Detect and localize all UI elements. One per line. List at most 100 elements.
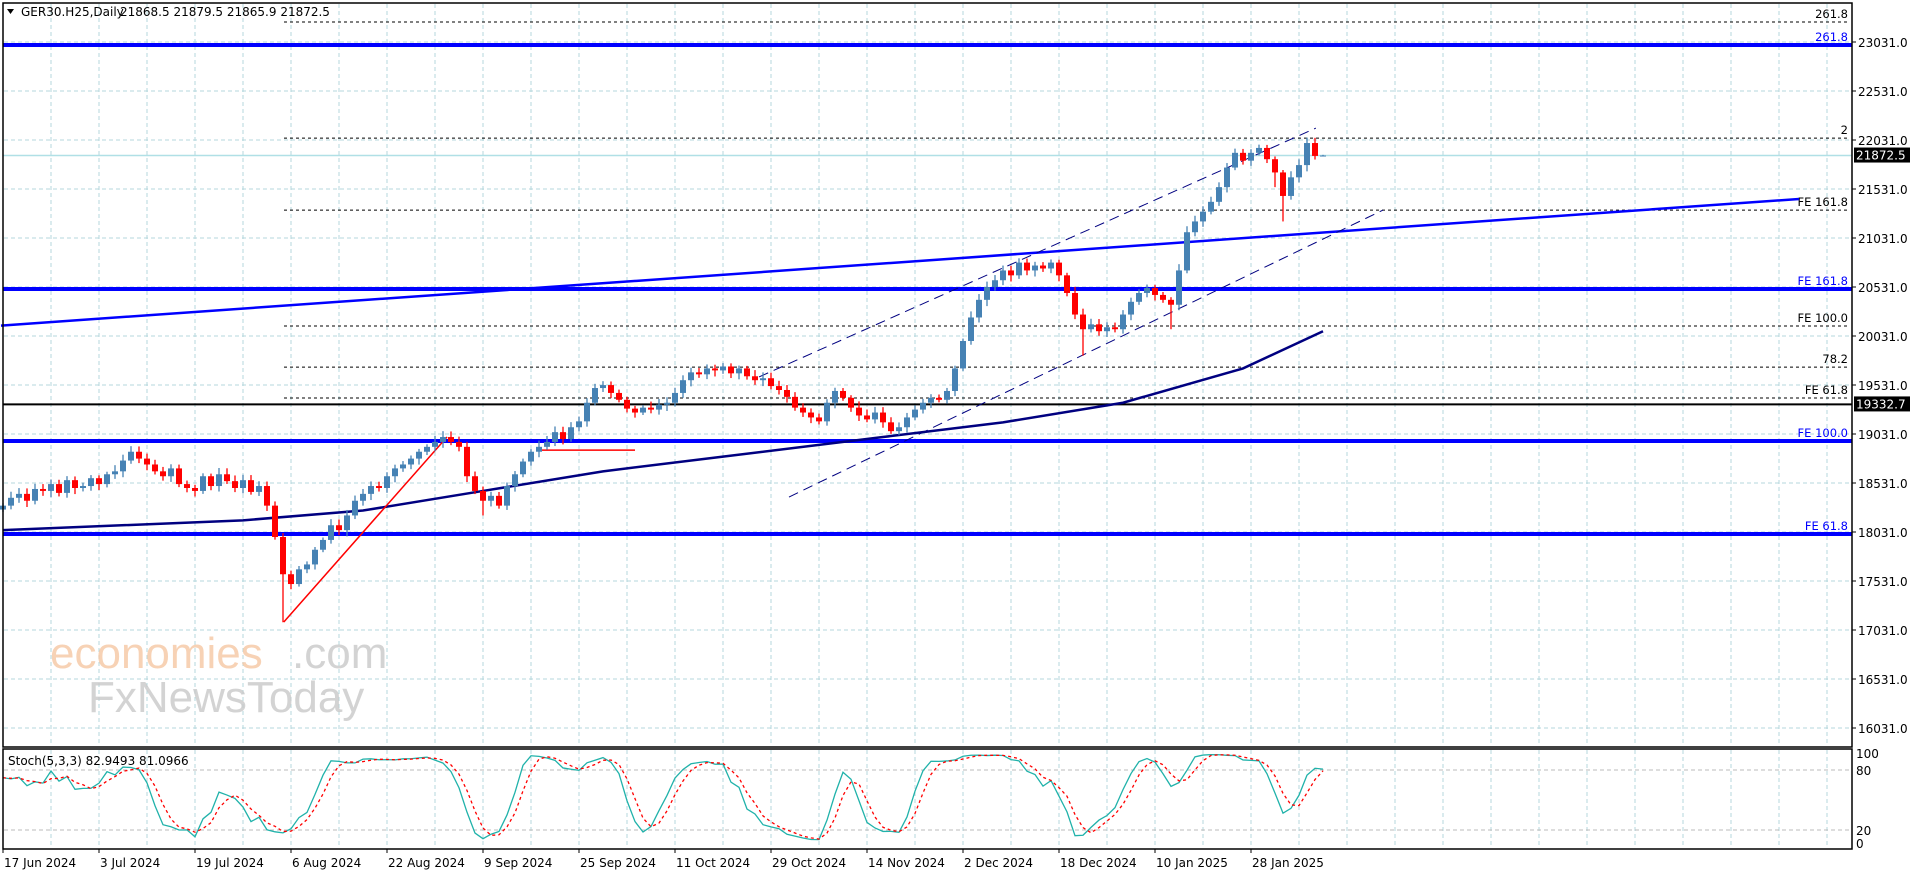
bear-candle xyxy=(496,495,502,506)
moving-average xyxy=(2,330,1324,532)
bear-candle xyxy=(856,407,862,416)
bear-candle xyxy=(280,536,286,575)
y-tick-label: 20031.0 xyxy=(1858,330,1908,344)
y-tick-label: 19531.0 xyxy=(1858,379,1908,393)
watermark-logo: economies .com FxNewsToday xyxy=(50,629,387,722)
bull-candle xyxy=(584,402,590,422)
stochastic-panel xyxy=(2,753,1852,841)
bear-candle xyxy=(888,422,894,432)
bull-candle xyxy=(8,497,14,506)
bear-candle xyxy=(224,474,230,482)
y-tick-label: 20531.0 xyxy=(1858,281,1908,295)
x-tick-label: 29 Oct 2024 xyxy=(772,856,846,870)
moving-average-line xyxy=(2,330,1324,532)
bull-candle xyxy=(48,484,54,491)
bull-candle xyxy=(1104,327,1110,332)
bull-candle xyxy=(688,372,694,381)
bear-candle xyxy=(816,417,822,422)
bull-candle xyxy=(304,564,310,570)
x-tick-label: 17 Jun 2024 xyxy=(4,856,76,870)
y-tick-label: 18531.0 xyxy=(1858,477,1908,491)
bear-candle xyxy=(1112,327,1118,330)
x-tick-label: 14 Nov 2024 xyxy=(868,856,945,870)
bull-candle xyxy=(912,409,918,418)
y-tick-label: 19031.0 xyxy=(1858,428,1908,442)
bull-candle xyxy=(552,432,558,442)
bull-candle xyxy=(1176,270,1182,305)
bull-candle xyxy=(992,280,998,288)
fib-level-label: 261.8 xyxy=(1815,30,1848,44)
bear-candle xyxy=(448,437,454,442)
bear-candle xyxy=(144,458,150,465)
bear-candle xyxy=(152,464,158,472)
x-tick-label: 11 Oct 2024 xyxy=(676,856,750,870)
bull-candle xyxy=(1088,324,1094,330)
bull-candle xyxy=(1000,270,1006,281)
bull-candle xyxy=(920,402,926,410)
bear-candle xyxy=(784,389,790,397)
bull-candle xyxy=(16,493,22,498)
fib-dotted-label: FE 100.0 xyxy=(1798,311,1848,325)
stoch-tick-label: 20 xyxy=(1856,824,1871,838)
bull-candle xyxy=(520,461,526,475)
bear-candle xyxy=(336,525,342,531)
fib-level-label: FE 100.0 xyxy=(1798,426,1848,440)
bear-candle xyxy=(744,368,750,377)
symbol-timeframe: GER30.H25,Daily xyxy=(21,5,124,19)
bull-candle xyxy=(1200,211,1206,222)
x-tick-label: 22 Aug 2024 xyxy=(388,856,465,870)
y-tick-label: 21031.0 xyxy=(1858,232,1908,246)
level-lines: 261.8 FE 161.8 FE 100.0 FE 61.8 261.8 2 FE 161… xyxy=(3,7,1852,537)
x-tick-label: 18 Dec 2024 xyxy=(1060,856,1137,870)
axes: 23031.0 22531.0 22031.0 21531.0 21031.0 20531… xyxy=(2,36,1910,870)
bull-candle xyxy=(1032,265,1038,271)
price-badge-label: 21872.5 xyxy=(1856,149,1906,163)
bull-candle xyxy=(296,569,302,585)
bear-candle xyxy=(864,415,870,420)
bear-candle xyxy=(72,480,78,488)
bear-candle xyxy=(136,451,142,459)
x-tick-label: 9 Sep 2024 xyxy=(484,856,552,870)
bull-candle xyxy=(384,476,390,488)
stoch-signal-line xyxy=(2,754,1324,840)
stoch-tick-label: 0 xyxy=(1856,837,1864,851)
bull-candle xyxy=(536,446,542,452)
bull-candle xyxy=(720,366,726,371)
bull-candle xyxy=(928,397,934,403)
bull-candle xyxy=(832,390,838,403)
x-tick-label: 28 Jan 2025 xyxy=(1252,856,1324,870)
fib-dotted-label: 78.2 xyxy=(1822,352,1848,366)
bull-candle xyxy=(424,446,430,452)
x-tick-label: 2 Dec 2024 xyxy=(964,856,1033,870)
bull-candle xyxy=(488,495,494,501)
bull-candle xyxy=(1288,177,1294,196)
bear-candle xyxy=(768,378,774,387)
bull-candle xyxy=(528,451,534,462)
price-chart[interactable]: economies .com FxNewsToday 261.8 FE 161.8… xyxy=(0,0,1916,874)
bull-candle xyxy=(408,458,414,465)
bear-candle xyxy=(1008,270,1014,276)
bull-candle xyxy=(544,441,550,447)
bear-candle xyxy=(792,396,798,408)
bull-candle xyxy=(1256,147,1262,153)
trendline xyxy=(0,197,1800,327)
y-tick-label: 18031.0 xyxy=(1858,526,1908,540)
fib-dotted-label: 2 xyxy=(1841,123,1848,137)
bull-candle xyxy=(1128,301,1134,315)
bear-candle xyxy=(712,368,718,371)
bull-candle xyxy=(1048,262,1054,269)
fib-level-label: FE 161.8 xyxy=(1798,274,1848,288)
bull-candle xyxy=(656,404,662,410)
bear-candle xyxy=(288,574,294,585)
bull-candle xyxy=(968,317,974,341)
bull-candle xyxy=(1232,152,1238,168)
x-tick-label: 19 Jul 2024 xyxy=(196,856,264,870)
bull-candle xyxy=(80,486,86,488)
y-tick-label: 22531.0 xyxy=(1858,85,1908,99)
bear-candle xyxy=(232,481,238,488)
fib-dotted-label: FE 61.8 xyxy=(1805,383,1848,397)
fib-level-label: FE 61.8 xyxy=(1805,519,1848,533)
bull-candle xyxy=(120,460,126,472)
bull-candle xyxy=(640,407,646,413)
collapse-triangle-icon[interactable] xyxy=(7,9,14,14)
